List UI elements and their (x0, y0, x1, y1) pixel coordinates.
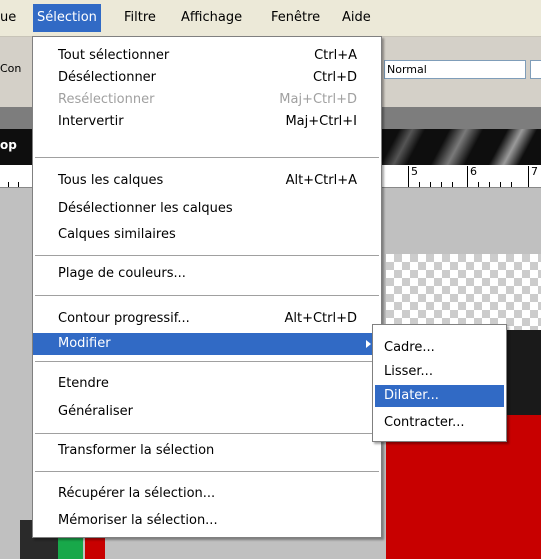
menu-item-deselect-layers[interactable]: Désélectionner les calques (33, 198, 381, 220)
ruler-tick (419, 182, 420, 187)
ruler-number: 6 (470, 165, 477, 178)
menu-affichage[interactable]: Affichage (181, 10, 242, 26)
menu-item-inverse[interactable]: Intervertir Maj+Ctrl+I (33, 111, 381, 133)
ruler-tick (452, 182, 453, 187)
menu-item-all-layers[interactable]: Tous les calques Alt+Ctrl+A (33, 170, 381, 192)
menu-item-label: Tout sélectionner (58, 48, 170, 63)
ruler-tick (18, 182, 19, 187)
menu-image-cut[interactable]: ue (0, 10, 16, 26)
ruler-number: 5 (411, 165, 418, 178)
menu-item-label: Intervertir (58, 114, 124, 129)
submenu-item-label: Lisser... (384, 364, 433, 379)
ruler-tick (528, 166, 529, 187)
ruler-number: 7 (531, 165, 538, 178)
menu-item-shortcut: Alt+Ctrl+D (284, 311, 357, 326)
menu-separator (35, 295, 379, 296)
menu-item-label: Modifier (58, 336, 111, 351)
menu-separator (35, 361, 379, 362)
ruler-tick (500, 182, 501, 187)
menu-item-label: Récupérer la sélection... (58, 486, 216, 501)
menu-fenetre[interactable]: Fenêtre (271, 10, 320, 26)
menu-item-shortcut: Ctrl+D (312, 70, 357, 85)
menu-item-label: Tous les calques (58, 173, 164, 188)
ruler-tick (511, 182, 512, 187)
menu-item-modify[interactable]: Modifier (33, 333, 381, 355)
menu-separator (35, 471, 379, 472)
ruler-tick (467, 166, 468, 187)
submenu-arrow-icon (366, 340, 371, 348)
ruler-tick (478, 182, 479, 187)
menu-item-feather[interactable]: Contour progressif... Alt+Ctrl+D (33, 308, 381, 330)
menu-separator (35, 433, 379, 434)
ruler-tick (489, 182, 490, 187)
blend-mode-select[interactable]: Normal (384, 60, 526, 79)
ruler-tick (8, 182, 9, 187)
menu-item-similar[interactable]: Généraliser (33, 401, 381, 423)
options-cut-label: Con (0, 62, 22, 75)
submenu-item-label: Cadre... (384, 340, 435, 355)
menu-item-shortcut: Ctrl+A (314, 48, 357, 63)
menu-filtre[interactable]: Filtre (124, 10, 156, 26)
document-title: op (0, 138, 17, 152)
ruler-tick (408, 166, 409, 187)
menu-item-grow[interactable]: Etendre (33, 373, 381, 395)
menu-item-color-range[interactable]: Plage de couleurs... (33, 263, 381, 285)
canvas-green-shape (58, 535, 83, 559)
submenu-item-expand[interactable]: Dilater... (375, 385, 504, 407)
menu-item-select-all[interactable]: Tout sélectionner Ctrl+A (33, 45, 381, 67)
submenu-item-contract[interactable]: Contracter... (375, 412, 504, 434)
menu-item-reselect: Resélectionner Maj+Ctrl+D (33, 89, 381, 111)
menu-item-label: Transformer la sélection (58, 443, 215, 458)
modify-submenu: Cadre... Lisser... Dilater... Contracter… (372, 324, 507, 442)
menu-item-deselect[interactable]: Désélectionner Ctrl+D (33, 67, 381, 89)
menu-aide[interactable]: Aide (342, 10, 371, 26)
menu-item-label: Désélectionner les calques (58, 201, 233, 216)
menu-bar: ue Sélection Filtre Affichage Fenêtre Ai… (0, 0, 541, 37)
menu-item-label: Plage de couleurs... (58, 266, 186, 281)
menu-item-shortcut: Alt+Ctrl+A (285, 173, 357, 188)
menu-item-label: Mémoriser la sélection... (58, 513, 218, 528)
menu-item-label: Désélectionner (58, 70, 157, 85)
options-field[interactable] (530, 60, 541, 79)
menu-item-transform-selection[interactable]: Transformer la sélection (33, 440, 381, 462)
menu-item-shortcut: Maj+Ctrl+D (279, 92, 357, 107)
menu-separator (35, 255, 379, 256)
submenu-item-border[interactable]: Cadre... (375, 337, 504, 359)
menu-item-label: Généraliser (58, 404, 133, 419)
submenu-item-smooth[interactable]: Lisser... (375, 361, 504, 383)
ruler-tick (430, 182, 431, 187)
menu-item-label: Resélectionner (58, 92, 155, 107)
menu-item-similar-layers[interactable]: Calques similaires (33, 224, 381, 246)
menu-separator (35, 157, 379, 158)
menu-item-label: Etendre (58, 376, 109, 391)
submenu-item-label: Contracter... (384, 415, 465, 430)
menu-item-save-selection[interactable]: Mémoriser la sélection... (33, 510, 381, 532)
selection-menu: Tout sélectionner Ctrl+A Désélectionner … (32, 36, 382, 538)
menu-item-load-selection[interactable]: Récupérer la sélection... (33, 483, 381, 505)
menu-item-shortcut: Maj+Ctrl+I (285, 114, 357, 129)
menu-selection[interactable]: Sélection (33, 4, 101, 32)
menu-item-label: Calques similaires (58, 227, 176, 242)
submenu-item-label: Dilater... (384, 388, 439, 403)
menu-item-label: Contour progressif... (58, 311, 190, 326)
ruler-tick (441, 182, 442, 187)
